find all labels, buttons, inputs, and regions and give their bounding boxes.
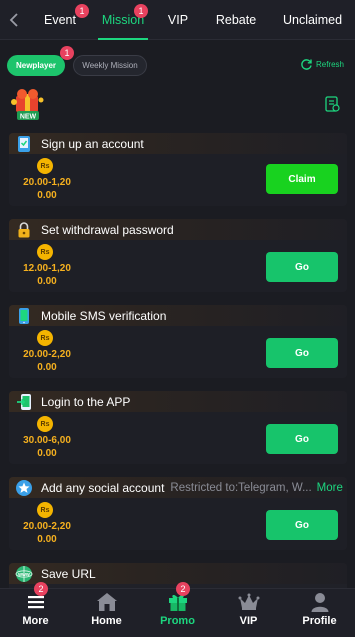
refresh-button[interactable]: Refresh [300, 58, 344, 71]
reward-range: 20.00-2,20 0.00 [9, 348, 85, 374]
reward-range-value: 20.00-1,20 [23, 177, 71, 188]
mission-card-header: Mobile SMS verification [9, 305, 347, 326]
top-tab-bar: Event 1 Mission 1 VIP Rebate Unclaimed [0, 0, 355, 40]
new-gift-logo-icon: NEW [11, 89, 44, 121]
subtab-newplayer-label: Newplayer [15, 61, 57, 70]
subtab-row: Newplayer 1 Weekly Mission Refresh [0, 46, 355, 82]
subtab-weekly-mission[interactable]: Weekly Mission [73, 55, 147, 76]
nav-profile[interactable]: Profile [284, 589, 355, 637]
crown-icon [237, 591, 261, 613]
tab-vip-label: VIP [167, 12, 189, 27]
mission-card-header: Login to the APP [9, 391, 347, 412]
svg-text:NEW: NEW [20, 114, 37, 121]
mission-card-header: www Save URL [9, 563, 347, 584]
nav-promo-label: Promo [160, 615, 195, 627]
mission-screen: Event 1 Mission 1 VIP Rebate Unclaimed N… [0, 0, 355, 637]
mission-card-header: Add any social account Restricted to:Tel… [9, 477, 347, 498]
go-button[interactable]: Go [266, 424, 338, 454]
reward-range-value: 30.00-6,00 [23, 435, 71, 446]
nav-profile-label: Profile [302, 615, 337, 627]
tab-vip[interactable]: VIP [154, 0, 202, 40]
nav-more[interactable]: 2 More [0, 582, 71, 637]
go-button[interactable]: Go [266, 252, 338, 282]
social-star-icon [15, 479, 33, 497]
mission-card-signup: Sign up an account Rs 20.00-1,20 0.00 Cl… [9, 133, 347, 206]
tab-event-label: Event [44, 12, 76, 27]
tab-unclaimed[interactable]: Unclaimed [270, 0, 355, 40]
mission-title: Sign up an account [41, 136, 144, 151]
nav-home-label: Home [91, 615, 122, 627]
reward-range: 30.00-6,00 0.00 [9, 434, 85, 460]
home-icon [95, 591, 119, 613]
mission-title: Mobile SMS verification [41, 308, 167, 323]
mission-title: Set withdrawal password [41, 222, 174, 237]
rupee-coin-icon: Rs [37, 330, 53, 346]
rupee-coin-icon: Rs [37, 502, 53, 518]
reward-range-value: 20.00-2,20 [23, 349, 71, 360]
reward-amount: 0.00 [37, 534, 57, 545]
mission-title: Login to the APP [41, 394, 131, 409]
go-button[interactable]: Go [266, 338, 338, 368]
mission-title: Save URL [41, 566, 96, 581]
tab-unclaimed-label: Unclaimed [282, 12, 343, 27]
svg-text:www: www [17, 572, 30, 578]
mobile-check-icon [15, 135, 33, 153]
nav-vip-label: VIP [239, 615, 258, 627]
reward-amount: 0.00 [37, 448, 57, 459]
tab-mission-badge: 1 [134, 3, 148, 18]
document-list-icon[interactable] [324, 96, 340, 112]
rupee-coin-icon: Rs [37, 244, 53, 260]
restricted-note: Restricted to:Telegram, W... [170, 481, 312, 494]
tab-event[interactable]: Event 1 [28, 0, 92, 40]
www-globe-icon: www [15, 565, 33, 583]
mission-card-body: Rs 30.00-6,00 0.00 Go [9, 412, 347, 464]
reward-range-value: 12.00-1,20 [23, 263, 71, 274]
bottom-nav: 2 More Home 2 Promo VIP Profile [0, 582, 355, 637]
reward-amount: 0.00 [37, 190, 57, 201]
reward-range: 20.00-1,20 0.00 [9, 176, 85, 202]
mission-title: Add any social account [41, 480, 165, 495]
nav-more-badge: 2 [34, 582, 48, 596]
refresh-label: Refresh [315, 60, 344, 69]
rupee-coin-icon: Rs [37, 416, 53, 432]
mission-card-body: Rs 20.00-2,20 0.00 Go [9, 326, 347, 378]
mission-card-sms-verification: Mobile SMS verification Rs 20.00-2,20 0.… [9, 305, 347, 378]
subtab-weekly-label: Weekly Mission [82, 61, 138, 70]
back-button[interactable] [0, 0, 28, 40]
nav-home[interactable]: Home [71, 589, 142, 637]
subtab-newplayer-badge: 1 [60, 46, 74, 60]
mission-card-withdrawal-password: Set withdrawal password Rs 12.00-1,20 0.… [9, 219, 347, 292]
tab-event-badge: 1 [75, 3, 89, 18]
refresh-icon [301, 59, 312, 70]
go-button[interactable]: Go [266, 510, 338, 540]
mission-card-social-account: Add any social account Restricted to:Tel… [9, 477, 347, 550]
rupee-coin-icon: Rs [37, 158, 53, 174]
mission-card-body: Rs 20.00-1,20 0.00 Claim [9, 154, 347, 206]
reward-amount: 0.00 [37, 362, 57, 373]
claim-button[interactable]: Claim [266, 164, 338, 194]
mission-card-header: Set withdrawal password [9, 219, 347, 240]
more-link[interactable]: More [317, 482, 343, 494]
lock-icon [15, 221, 33, 239]
mission-card-header: Sign up an account [9, 133, 347, 154]
reward-amount: 0.00 [37, 276, 57, 287]
tab-rebate[interactable]: Rebate [202, 0, 270, 40]
mission-card-login-app: Login to the APP Rs 30.00-6,00 0.00 Go [9, 391, 347, 464]
tab-mission[interactable]: Mission 1 [92, 0, 154, 40]
app-login-icon [15, 393, 33, 411]
reward-range: 20.00-2,20 0.00 [9, 520, 85, 546]
nav-vip[interactable]: VIP [213, 589, 284, 637]
subtab-newplayer[interactable]: Newplayer [7, 55, 65, 76]
chevron-left-icon [9, 12, 18, 27]
user-icon [308, 591, 332, 613]
reward-range: 12.00-1,20 0.00 [9, 262, 85, 288]
nav-promo[interactable]: 2 Promo [142, 582, 213, 637]
tab-rebate-label: Rebate [215, 12, 257, 27]
mission-card-body: Rs 12.00-1,20 0.00 Go [9, 240, 347, 292]
nav-promo-badge: 2 [176, 582, 190, 596]
mission-card-body: Rs 20.00-2,20 0.00 Go [9, 498, 347, 550]
nav-more-label: More [22, 615, 49, 627]
sms-phone-icon [15, 307, 33, 325]
reward-range-value: 20.00-2,20 [23, 521, 71, 532]
